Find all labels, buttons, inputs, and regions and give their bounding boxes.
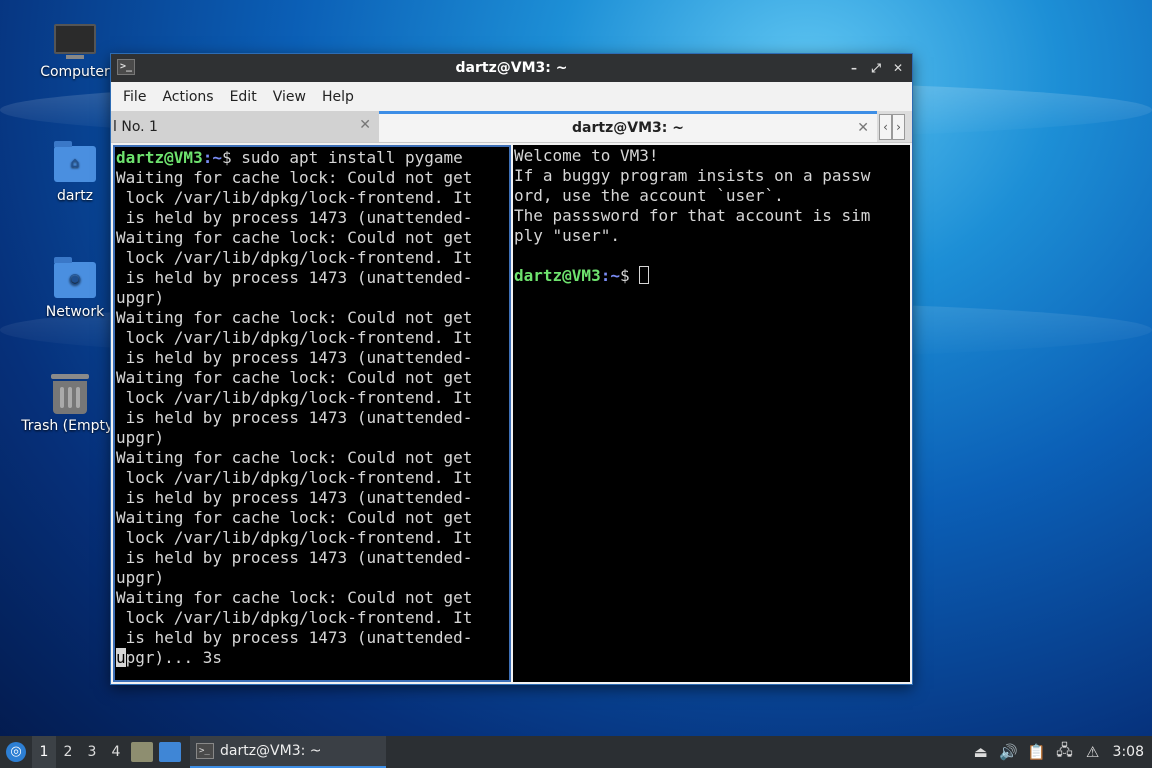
lubuntu-logo-icon: ◎ — [6, 742, 26, 762]
terminal-line: Waiting for cache lock: Could not get — [116, 368, 473, 387]
prompt-line: dartz@VM3:~$ sudo apt install pygame — [116, 148, 463, 167]
terminal-line: upgr) — [116, 428, 165, 447]
tab-label: l No. 1 — [113, 118, 158, 135]
prompt-user: dartz@VM3 — [514, 266, 601, 285]
window-titlebar[interactable]: >_ dartz@VM3: ~ – ⤢ ✕ — [111, 54, 912, 82]
terminal-line: is held by process 1473 (unattended- — [116, 348, 473, 367]
terminal-output: Welcome to VM3! If a buggy program insist… — [514, 146, 909, 266]
tab-scroll-left-icon[interactable]: ‹ — [879, 113, 892, 140]
close-button[interactable]: ✕ — [888, 58, 908, 78]
terminal-line: Waiting for cache lock: Could not get — [116, 508, 473, 527]
terminal-line: The passsword for that account is sim — [514, 206, 871, 225]
taskbar: ◎ 1 2 3 4 >_ dartz@VM3: ~ ⏏ 🔊 📋 🖧 ⚠ 3:08 — [0, 736, 1152, 768]
menu-view[interactable]: View — [265, 89, 314, 105]
system-tray: ⏏ 🔊 📋 🖧 ⚠ 3:08 — [967, 736, 1152, 768]
prompt-path: ~ — [610, 266, 620, 285]
terminal-pane-right[interactable]: Welcome to VM3! If a buggy program insist… — [513, 145, 910, 682]
last-line: upgr)... 3s — [116, 648, 508, 668]
split-panes: dartz@VM3:~$ sudo apt install pygame Wait… — [113, 145, 910, 682]
terminal-line: lock /var/lib/dpkg/lock-frontend. It — [116, 608, 473, 627]
prompt-user: dartz@VM3 — [116, 148, 203, 167]
terminal-line: ply "user". — [514, 226, 620, 245]
volume-icon[interactable]: 🔊 — [995, 736, 1023, 768]
start-menu-button[interactable]: ◎ — [0, 736, 32, 768]
tab-label: dartz@VM3: ~ — [572, 120, 684, 136]
menu-actions[interactable]: Actions — [154, 89, 221, 105]
workspace-2[interactable]: 2 — [56, 736, 80, 768]
tab-close-icon[interactable]: ✕ — [359, 117, 371, 133]
tab-close-icon[interactable]: ✕ — [857, 120, 869, 136]
terminal-line: is held by process 1473 (unattended- — [116, 208, 473, 227]
terminal-line: ord, use the account `user`. — [514, 186, 784, 205]
workspace-4[interactable]: 4 — [104, 736, 128, 768]
terminal-line: Waiting for cache lock: Could not get — [116, 168, 473, 187]
terminal-line: is held by process 1473 (unattended- — [116, 488, 473, 507]
menu-edit[interactable]: Edit — [222, 89, 265, 105]
desktop-icon-trash[interactable]: Trash (Empty) — [20, 374, 120, 434]
taskbar-window-button[interactable]: >_ dartz@VM3: ~ — [190, 736, 386, 768]
terminal-line: lock /var/lib/dpkg/lock-frontend. It — [116, 468, 473, 487]
trash-icon — [51, 374, 89, 414]
workspace-3[interactable]: 3 — [80, 736, 104, 768]
tab-2[interactable]: dartz@VM3: ~ ✕ — [379, 111, 877, 142]
prompt-path: ~ — [212, 148, 222, 167]
menu-help[interactable]: Help — [314, 89, 362, 105]
terminal-window: >_ dartz@VM3: ~ – ⤢ ✕ File Actions Edit … — [110, 53, 913, 685]
clock[interactable]: 3:08 — [1107, 744, 1152, 760]
text-cursor: u — [116, 648, 126, 667]
terminal-line: is held by process 1473 (unattended- — [116, 548, 473, 567]
workspace-1[interactable]: 1 — [32, 736, 56, 768]
tab-scroll-right-icon[interactable]: › — [892, 113, 905, 140]
terminal-line: Waiting for cache lock: Could not get — [116, 228, 473, 247]
tab-bar: l No. 1 ✕ dartz@VM3: ~ ✕ ‹ › — [111, 111, 912, 143]
eject-icon[interactable]: ⏏ — [967, 736, 995, 768]
file-manager-icon[interactable] — [131, 742, 153, 762]
menubar: File Actions Edit View Help — [111, 82, 912, 111]
taskbar-window-label: dartz@VM3: ~ — [220, 743, 322, 759]
terminal-line: lock /var/lib/dpkg/lock-frontend. It — [116, 528, 473, 547]
home-folder-icon: ⌂ — [54, 141, 96, 182]
terminal-line: lock /var/lib/dpkg/lock-frontend. It — [116, 328, 473, 347]
terminal-line: lock /var/lib/dpkg/lock-frontend. It — [116, 188, 473, 207]
maximize-button[interactable]: ⤢ — [866, 58, 886, 78]
command-text: sudo apt install pygame — [241, 148, 463, 167]
terminal-line: Waiting for cache lock: Could not get — [116, 448, 473, 467]
network-icon[interactable]: 🖧 — [1051, 736, 1079, 768]
clipboard-icon[interactable]: 📋 — [1023, 736, 1051, 768]
terminal-line: Welcome to VM3! — [514, 146, 659, 165]
terminal-line: is held by process 1473 (unattended- — [116, 408, 473, 427]
terminal-line: is held by process 1473 (unattended- — [116, 628, 473, 647]
show-desktop-icon[interactable] — [159, 742, 181, 762]
network-folder-icon: ◉ — [54, 257, 96, 298]
terminal-line: is held by process 1473 (unattended- — [116, 268, 473, 287]
terminal-line: If a buggy program insists on a passw — [514, 166, 871, 185]
prompt-line: dartz@VM3:~$ — [514, 266, 909, 286]
terminal-line: Waiting for cache lock: Could not get — [116, 588, 473, 607]
terminal-output: Waiting for cache lock: Could not get lo… — [116, 168, 508, 648]
tab-1[interactable]: l No. 1 ✕ — [111, 111, 379, 142]
computer-icon — [54, 24, 96, 60]
terminal-line: lock /var/lib/dpkg/lock-frontend. It — [116, 248, 473, 267]
terminal-line: Waiting for cache lock: Could not get — [116, 308, 473, 327]
desktop-icon-label: Trash (Empty) — [21, 418, 119, 434]
terminal-line: lock /var/lib/dpkg/lock-frontend. It — [116, 388, 473, 407]
notification-icon[interactable]: ⚠ — [1079, 736, 1107, 768]
menu-file[interactable]: File — [115, 89, 154, 105]
terminal-pane-left[interactable]: dartz@VM3:~$ sudo apt install pygame Wait… — [113, 145, 511, 682]
terminal-icon: >_ — [117, 59, 135, 75]
text-cursor — [639, 266, 650, 284]
terminal-line: upgr) — [116, 288, 165, 307]
terminal-icon: >_ — [196, 743, 214, 759]
minimize-button[interactable]: – — [844, 58, 864, 78]
progress-text: pgr)... 3s — [125, 648, 222, 667]
terminal-line: upgr) — [116, 568, 165, 587]
window-title: dartz@VM3: ~ — [455, 60, 568, 76]
